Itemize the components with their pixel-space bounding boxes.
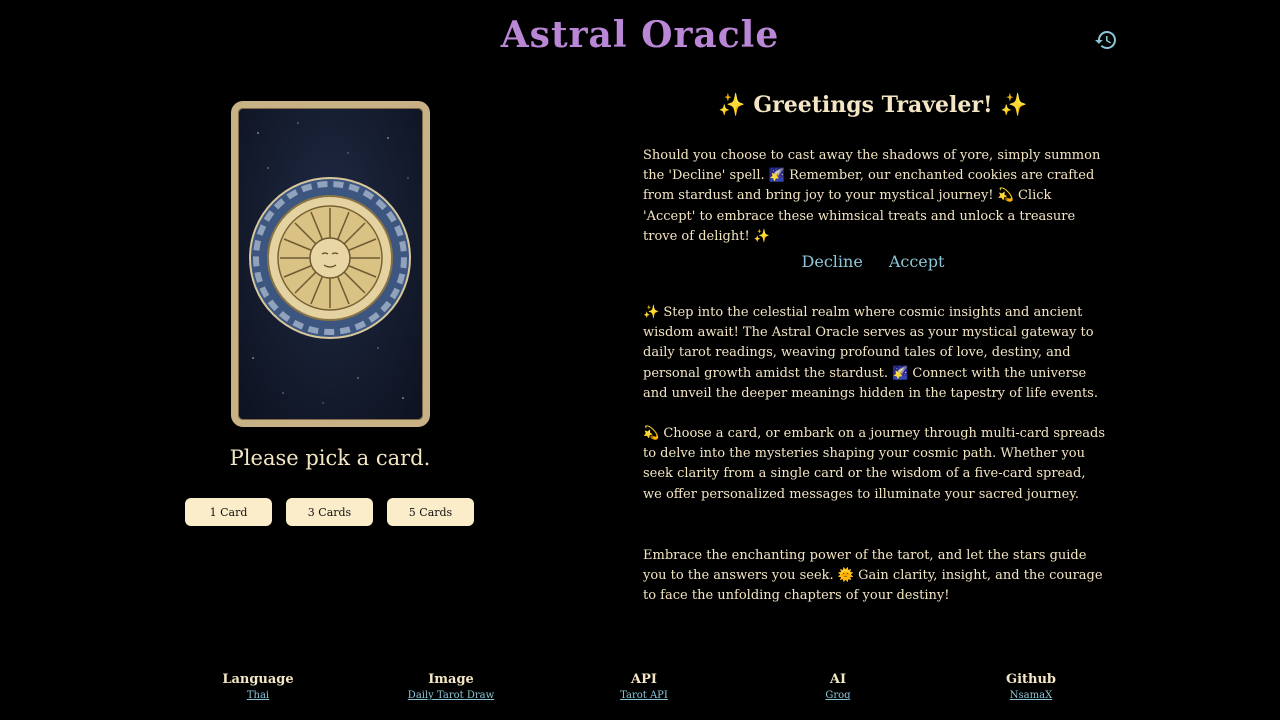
footer-heading: API bbox=[631, 672, 657, 687]
footer-language: Language Thai bbox=[178, 672, 338, 704]
footer-ai: AI Groq bbox=[758, 672, 918, 704]
footer-heading: AI bbox=[829, 672, 847, 687]
footer-image: Image Daily Tarot Draw bbox=[371, 672, 531, 704]
footer-github: Github NsamaX bbox=[951, 672, 1111, 704]
decline-button[interactable]: Decline bbox=[802, 252, 863, 271]
about-paragraph-3: Embrace the enchanting power of the taro… bbox=[643, 548, 1103, 604]
footer-api: API Tarot API bbox=[564, 672, 724, 704]
history-button[interactable] bbox=[1092, 26, 1120, 54]
consent-actions: Decline Accept bbox=[643, 252, 1103, 271]
card-back-artwork bbox=[249, 122, 411, 404]
history-icon bbox=[1095, 31, 1116, 49]
one-card-button[interactable]: 1 Card bbox=[185, 498, 272, 526]
app-title: Astral Oracle bbox=[500, 14, 780, 56]
five-cards-button[interactable]: 5 Cards bbox=[387, 498, 474, 526]
footer-link-thai[interactable]: Thai bbox=[178, 688, 338, 704]
page: Astral Oracle Please pick a card. 1 Card… bbox=[0, 0, 1280, 720]
cookie-consent-message: Should you choose to cast away the shado… bbox=[643, 148, 1101, 244]
footer-link-nsamax[interactable]: NsamaX bbox=[951, 688, 1111, 704]
greeting-title: ✨ Greetings Traveler! ✨ bbox=[718, 92, 1028, 118]
about-paragraph-1: ✨ Step into the celestial realm where co… bbox=[643, 305, 1098, 401]
three-cards-button[interactable]: 3 Cards bbox=[286, 498, 373, 526]
footer-heading: Language bbox=[222, 672, 294, 687]
about-paragraph-2: 💫 Choose a card, or embark on a journey … bbox=[643, 426, 1106, 502]
footer-link-daily-tarot-draw[interactable]: Daily Tarot Draw bbox=[371, 688, 531, 704]
footer-link-tarot-api[interactable]: Tarot API bbox=[564, 688, 724, 704]
footer-link-groq[interactable]: Groq bbox=[758, 688, 918, 704]
accept-button[interactable]: Accept bbox=[889, 252, 945, 271]
footer-heading: Image bbox=[428, 672, 474, 687]
footer-heading: Github bbox=[1005, 672, 1057, 687]
tarot-card-back[interactable] bbox=[231, 101, 430, 427]
pick-card-prompt: Please pick a card. bbox=[229, 446, 431, 470]
